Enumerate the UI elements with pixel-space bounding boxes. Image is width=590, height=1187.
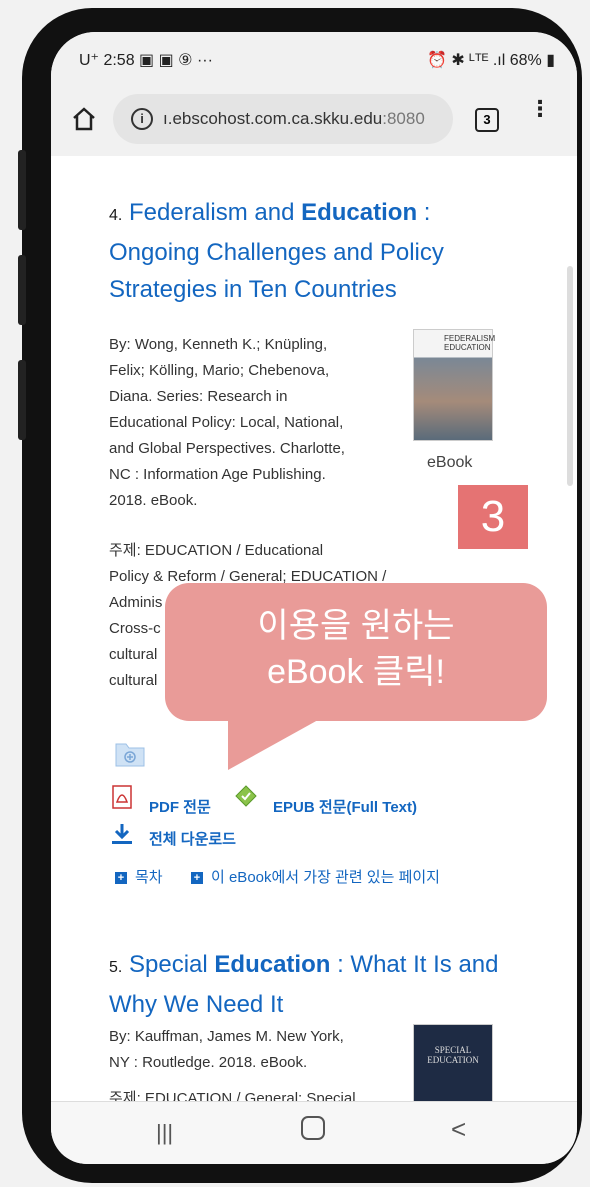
folder-add-icon[interactable] [114, 740, 146, 768]
url-port: :8080 [382, 109, 425, 128]
callout-pointer [228, 720, 318, 770]
overflow-menu-icon[interactable]: ⋮ [529, 98, 551, 134]
result-5-meta: By: Kauffman, James M. New York, NY : Ro… [109, 1028, 344, 1071]
toc-link[interactable]: + 목차 [115, 866, 163, 887]
pdf-full-text-link[interactable]: PDF 전문 [149, 796, 211, 817]
side-button [18, 360, 26, 440]
result-4-cover-image[interactable]: FEDERALISM EDUCATION [413, 329, 495, 441]
ebook-label: eBook [427, 454, 473, 471]
status-left: U⁺ 2:58 ▣ ▣ ⑨ ··· [79, 52, 213, 69]
result-5-title: 5. Special Education : What It Is and Wh… [109, 946, 529, 1023]
home-icon[interactable] [71, 106, 97, 132]
android-nav-bar: ||| < [51, 1101, 577, 1164]
volume-down-button [18, 255, 26, 325]
scrollbar[interactable] [567, 266, 573, 486]
callout-line-2: eBook 클릭! [267, 653, 445, 691]
expand-icon: + [115, 872, 127, 885]
download-icon[interactable] [110, 822, 134, 846]
callout-bubble: 이용을 원하는 eBook 클릭! [165, 583, 547, 721]
epub-icon[interactable] [234, 784, 258, 810]
browser-toolbar: i ı.ebscohost.com.ca.skku.edu:8080 3 ⋮ [51, 84, 577, 157]
info-icon[interactable]: i [131, 108, 153, 130]
back-icon[interactable]: < [451, 1114, 466, 1145]
result-4-title-link[interactable]: Federalism and Education : Ongoing Chall… [109, 199, 444, 303]
volume-up-button [18, 150, 26, 230]
step-badge: 3 [458, 485, 528, 549]
result-4-title: 4. Federalism and Education : Ongoing Ch… [109, 194, 509, 308]
callout-line-1: 이용을 원하는 [257, 607, 455, 645]
expand-icon: + [191, 872, 203, 885]
result-number: 4. [109, 207, 123, 224]
result-5-cover-image[interactable]: SPECIAL EDUCATION [413, 1024, 493, 1106]
home-nav-icon[interactable] [301, 1116, 325, 1140]
status-bar: U⁺ 2:58 ▣ ▣ ⑨ ··· ⏰ ✱ ᴸᵀᴱ .ıl 68% ▮ [51, 32, 577, 84]
result-5-title-link[interactable]: Special Education : What It Is and Why W… [109, 951, 499, 1018]
epub-full-text-link[interactable]: EPUB 전문(Full Text) [273, 796, 417, 817]
result-4-meta: By: Wong, Kenneth K.; Knüpling, Felix; K… [109, 336, 345, 509]
url-text: ı.ebscohost.com.ca.skku.edu [163, 109, 383, 128]
recent-apps-icon[interactable]: ||| [156, 1120, 173, 1146]
address-bar[interactable]: i ı.ebscohost.com.ca.skku.edu:8080 [113, 94, 453, 144]
pdf-icon[interactable] [109, 784, 135, 810]
relevant-pages-link[interactable]: + 이 eBook에서 가장 관련 있는 페이지 [191, 866, 440, 887]
status-right: ⏰ ✱ ᴸᵀᴱ .ıl 68% ▮ [427, 52, 555, 69]
download-all-link[interactable]: 전체 다운로드 [149, 828, 236, 849]
tab-switcher-button[interactable]: 3 [475, 108, 499, 132]
result-number: 5. [109, 959, 123, 976]
